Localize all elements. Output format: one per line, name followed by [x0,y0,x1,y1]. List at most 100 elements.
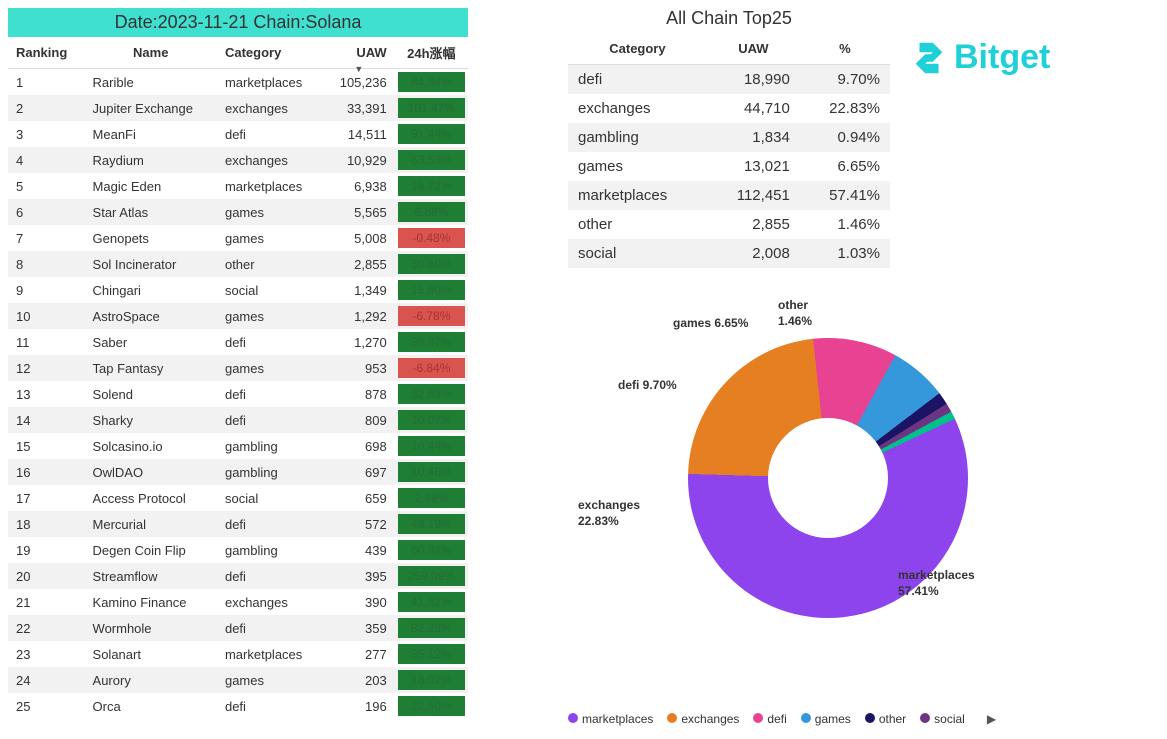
cell-category: marketplaces [217,69,323,96]
cell-rank: 16 [8,459,85,485]
cell-chg: -6.84% [395,355,468,381]
legend-next-icon[interactable]: ▶ [987,712,996,726]
cell-rank: 22 [8,615,85,641]
cell-category: defi [217,511,323,537]
col-category[interactable]: Category [217,37,323,69]
cell-name: Saber [85,329,217,355]
legend-item-marketplaces[interactable]: marketplaces [568,712,653,726]
header-title: Date:2023-11-21 Chain:Solana [8,8,468,37]
cell-category: marketplaces [217,173,323,199]
cell-uaw: 10,929 [323,147,395,173]
cell-category: other [217,251,323,277]
chart-legend: marketplaces exchanges defi games other socia… [568,712,1108,726]
cell-category: games [217,667,323,693]
table-row: 12Tap Fantasygames953-6.84% [8,355,468,381]
cell-category: marketplaces [568,181,707,210]
cell-uaw: 14,511 [323,121,395,147]
cell-name: Wormhole [85,615,217,641]
cell-uaw: 953 [323,355,395,381]
legend-swatch-icon [667,713,677,723]
cell-uaw: 2,855 [323,251,395,277]
legend-item-games[interactable]: games [801,712,851,726]
cell-uaw: 359 [323,615,395,641]
legend-item-exchanges[interactable]: exchanges [667,712,739,726]
cell-pct: 57.41% [800,181,890,210]
col-uaw[interactable]: UAW ▼ [323,37,395,69]
cell-category: games [217,225,323,251]
table-row: 13Solenddefi87832.63% [8,381,468,407]
cell-rank: 5 [8,173,85,199]
top25-header-row: Category UAW % [568,33,890,65]
cell-category: defi [217,407,323,433]
col-name[interactable]: Name [85,37,217,69]
col-rank[interactable]: Ranking [8,37,85,69]
cell-uaw: 698 [323,433,395,459]
cell-chg: -6.78% [395,303,468,329]
cell-uaw: 878 [323,381,395,407]
top25-col-category[interactable]: Category [568,33,707,65]
cell-chg: 16.72% [395,173,468,199]
table-row: 4Raydiumexchanges10,92963.53% [8,147,468,173]
table-row: 20Streamflowdefi395259.09% [8,563,468,589]
table-row: 2Jupiter Exchangeexchanges33,391101.47% [8,95,468,121]
cell-name: Raydium [85,147,217,173]
brand-name: Bitget [954,38,1050,77]
cell-rank: 3 [8,121,85,147]
cell-category: exchanges [217,147,323,173]
cell-category: gambling [217,459,323,485]
cell-rank: 10 [8,303,85,329]
legend-item-social[interactable]: social [920,712,965,726]
cell-uaw: 13,021 [707,152,800,181]
cell-chg: 48.19% [395,511,468,537]
top25-col-uaw[interactable]: UAW [707,33,800,65]
legend-item-other[interactable]: other [865,712,906,726]
cell-name: MeanFi [85,121,217,147]
cell-rank: 19 [8,537,85,563]
cell-uaw: 18,990 [707,65,800,95]
legend-item-defi[interactable]: defi [753,712,786,726]
cell-chg: 35.12% [395,641,468,667]
cell-category: exchanges [217,589,323,615]
cell-chg: 39.87% [395,329,468,355]
cell-uaw: 5,565 [323,199,395,225]
cell-name: Aurory [85,667,217,693]
cell-rank: 13 [8,381,85,407]
cell-category: social [568,239,707,268]
cell-uaw: 2,008 [707,239,800,268]
cell-uaw: 395 [323,563,395,589]
table-row: exchanges44,71022.83% [568,94,890,123]
cell-category: marketplaces [217,641,323,667]
cell-name: AstroSpace [85,303,217,329]
brand-logo-icon [910,39,948,77]
cell-chg: 91.44% [395,121,468,147]
cell-category: defi [568,65,707,95]
cell-name: Jupiter Exchange [85,95,217,121]
table-row: 11Saberdefi1,27039.87% [8,329,468,355]
table-row: 25Orcadefi19622.50% [8,693,468,719]
table-row: 1Rariblemarketplaces105,23684.84% [8,69,468,96]
top25-col-pct[interactable]: % [800,33,890,65]
cell-category: gambling [217,433,323,459]
cell-rank: 2 [8,95,85,121]
col-chg[interactable]: 24h涨幅 [395,37,468,69]
cell-category: defi [217,693,323,719]
cell-chg: 84.84% [395,69,468,96]
table-row: 24Aurorygames20318.02% [8,667,468,693]
cell-name: Orca [85,693,217,719]
table-row: 17Access Protocolsocial6592.49% [8,485,468,511]
table-row: 15Solcasino.iogambling69810.44% [8,433,468,459]
donut-label-defi: defi 9.70% [618,378,677,394]
brand-logo: Bitget [910,38,1050,77]
cell-chg: 15.60% [395,277,468,303]
cell-pct: 9.70% [800,65,890,95]
cell-rank: 18 [8,511,85,537]
cell-rank: 9 [8,277,85,303]
table-row: marketplaces112,45157.41% [568,181,890,210]
cell-chg: 10.46% [395,459,468,485]
cell-chg: 101.47% [395,95,468,121]
cell-uaw: 203 [323,667,395,693]
ranking-table: Ranking Name Category UAW ▼ 24h涨幅 1Rarib… [8,37,468,719]
donut-label-other: other1.46% [778,298,812,329]
cell-rank: 17 [8,485,85,511]
cell-name: Genopets [85,225,217,251]
